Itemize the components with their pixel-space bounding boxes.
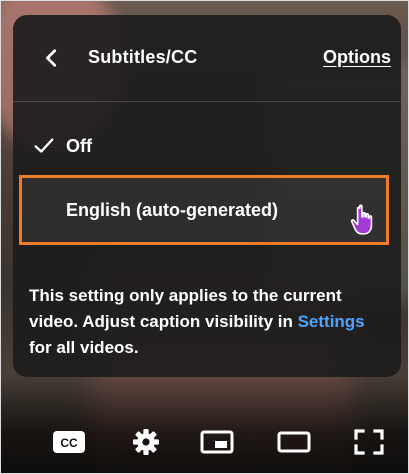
- fullscreen-button[interactable]: [352, 427, 386, 457]
- checkmark-icon: [34, 138, 54, 153]
- cc-icon-label: CC: [60, 436, 78, 450]
- caption-note-text-end: for all videos.: [29, 338, 139, 357]
- theater-mode-icon: [277, 431, 311, 453]
- gear-icon: [133, 429, 159, 455]
- subtitle-option-english-auto-generated[interactable]: English (auto-generated): [19, 175, 389, 245]
- caption-note-text: This setting only applies to the current…: [29, 286, 342, 331]
- subtitle-option-label: Off: [66, 136, 92, 156]
- subtitle-option-off[interactable]: Off: [13, 119, 401, 173]
- hand-cursor-icon: [350, 204, 373, 235]
- back-button[interactable]: [41, 47, 63, 69]
- subtitle-option-label: English (auto-generated): [66, 200, 279, 220]
- settings-link[interactable]: Settings: [298, 312, 365, 331]
- fullscreen-icon: [354, 429, 384, 455]
- chevron-left-icon: [46, 49, 57, 67]
- miniplayer-button[interactable]: [200, 427, 234, 457]
- caption-note: This setting only applies to the current…: [29, 283, 384, 361]
- video-player: Subtitles/CC Options Off English (auto-g…: [0, 0, 409, 474]
- player-controls-bar: CC: [1, 403, 408, 473]
- cc-icon: CC: [53, 431, 85, 453]
- subtitles-menu: Subtitles/CC Options Off English (auto-g…: [13, 15, 401, 377]
- menu-divider: [13, 101, 401, 102]
- menu-header: Subtitles/CC Options: [13, 15, 401, 99]
- options-link[interactable]: Options: [323, 47, 391, 68]
- settings-button[interactable]: [129, 427, 163, 457]
- theater-mode-button[interactable]: [277, 427, 311, 457]
- subtitles-cc-button[interactable]: CC: [52, 427, 86, 457]
- miniplayer-icon: [200, 430, 234, 454]
- menu-title: Subtitles/CC: [88, 47, 198, 67]
